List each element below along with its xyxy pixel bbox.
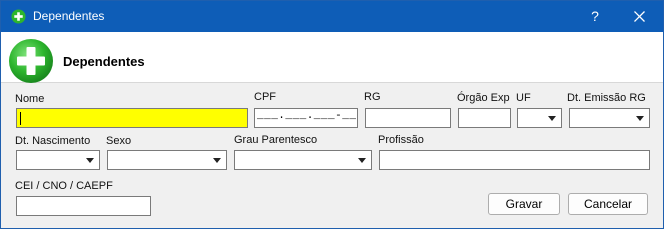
text-caret <box>20 112 21 125</box>
help-button[interactable]: ? <box>581 1 609 32</box>
close-button[interactable] <box>623 1 655 32</box>
cpf-label: CPF <box>254 91 276 103</box>
dt-nascimento-picker[interactable] <box>16 150 100 170</box>
dt-emissao-rg-picker[interactable] <box>569 108 650 128</box>
nome-input[interactable] <box>16 108 248 128</box>
chevron-down-icon <box>636 116 644 121</box>
nome-label: Nome <box>15 93 45 105</box>
dt-emissao-rg-label: Dt. Emissão RG <box>567 92 646 104</box>
sexo-select[interactable] <box>107 150 227 170</box>
chevron-down-icon <box>86 158 94 163</box>
chevron-down-icon <box>358 158 366 163</box>
cpf-input[interactable]: ___.___.___-__ <box>254 108 358 128</box>
orgao-exp-label: Órgão Exp <box>457 92 510 104</box>
rg-label: RG <box>364 91 381 103</box>
sexo-label: Sexo <box>106 135 132 147</box>
gravar-button[interactable]: Gravar <box>488 193 560 215</box>
uf-label: UF <box>516 92 531 104</box>
title-bar[interactable]: Dependentes ? <box>1 1 663 32</box>
cei-input[interactable] <box>16 196 151 216</box>
header-title: Dependentes <box>63 54 145 69</box>
uf-select[interactable] <box>517 108 562 128</box>
cpf-mask: ___.___.___-__ <box>257 110 357 122</box>
grau-parentesco-label: Grau Parentesco <box>234 134 318 146</box>
dialog-header: Dependentes <box>1 32 663 83</box>
add-circle-icon <box>11 9 26 24</box>
window-title: Dependentes <box>33 9 105 23</box>
dt-nascimento-label: Dt. Nascimento <box>15 135 91 147</box>
profissao-input[interactable] <box>379 150 650 170</box>
orgao-exp-input[interactable] <box>458 108 511 128</box>
cancelar-button[interactable]: Cancelar <box>568 193 648 215</box>
profissao-label: Profissão <box>378 134 424 146</box>
dependentes-dialog: Dependentes ? Dependentes Nome CPF ___._… <box>0 0 664 229</box>
chevron-down-icon <box>548 116 556 121</box>
rg-input[interactable] <box>365 108 451 128</box>
chevron-down-icon <box>213 158 221 163</box>
green-plus-icon <box>9 39 53 83</box>
close-icon <box>634 11 645 22</box>
grau-parentesco-select[interactable] <box>234 150 372 170</box>
cei-label: CEI / CNO / CAEPF <box>15 180 113 192</box>
